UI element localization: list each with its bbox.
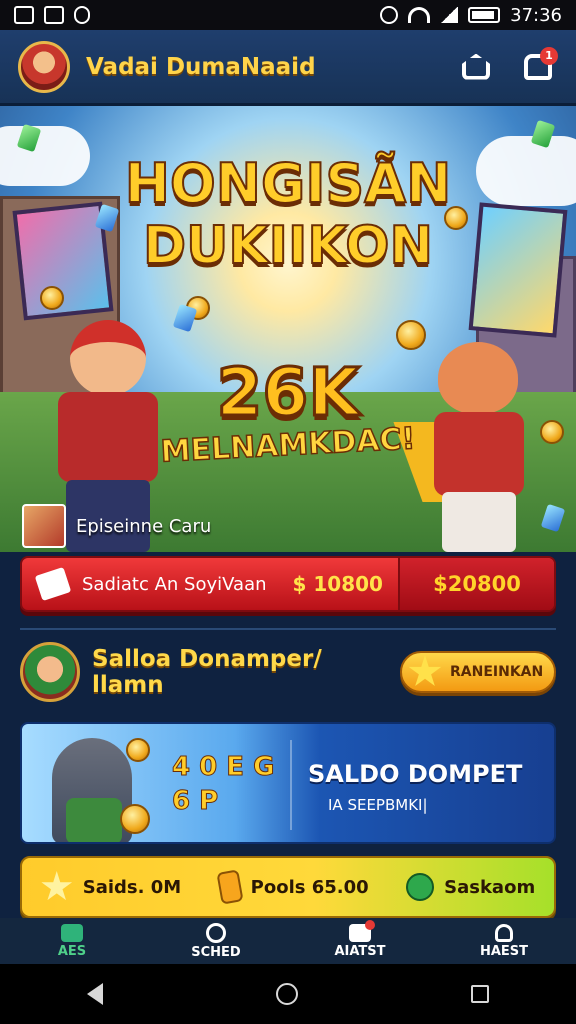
wallet-art-text: 4 0 E G 6 P — [171, 750, 275, 818]
coin-icon — [216, 869, 244, 905]
reward-bar[interactable]: Sadiatc An SoyiVaan $ 10800 $20800 — [20, 556, 556, 612]
system-navigation — [0, 964, 576, 1024]
back-icon[interactable] — [86, 983, 103, 1005]
wallet-separator — [290, 740, 292, 830]
nav-item-aiatst[interactable]: AIATST — [310, 919, 410, 959]
nav-label: HAEST — [479, 943, 529, 959]
notification-badge: 1 — [540, 46, 558, 65]
coin-icon — [126, 738, 150, 762]
player-thumbnail — [22, 504, 66, 548]
app-header: Vadai DumaNaaid 1 — [0, 30, 576, 106]
ticket-icon — [34, 567, 72, 601]
home-icon — [61, 923, 83, 942]
hero-title-line1: HONGISÃN — [124, 151, 453, 216]
player-name: Episeinne Caru — [76, 515, 212, 537]
stat-gems[interactable]: Saskaom — [406, 873, 535, 901]
coin-icon — [40, 286, 64, 310]
nav-item-sched[interactable]: SCHED — [166, 922, 266, 960]
bottom-navigation: AES SCHED AIATST HAEST — [0, 918, 576, 964]
stat-saldo[interactable]: Saids. 0M — [41, 871, 181, 903]
wifi-icon — [408, 7, 431, 23]
nav-item-haest[interactable]: HAEST — [454, 923, 554, 959]
user-avatar[interactable] — [18, 40, 70, 93]
reward-amount: $ 10800 — [292, 572, 383, 596]
lock-notification-icon — [74, 6, 90, 24]
reward-info: Sadiatc An SoyiVaan $ 10800 — [22, 567, 398, 601]
image-notification-icon — [44, 6, 64, 24]
reward-claim-button[interactable]: $20800 — [398, 558, 554, 610]
hero-banner[interactable]: HONGISÃN DUKIIKON 26K MELNAMKDAC! Episei… — [0, 106, 576, 552]
player-tag[interactable]: Episeinne Caru — [22, 504, 211, 548]
gallery-notification-icon — [14, 6, 34, 24]
wallet-art-text-2: 6 P — [171, 786, 219, 817]
status-right-icons: 37:36 — [380, 5, 562, 26]
stat-label: Saids. 0M — [82, 876, 182, 898]
alarm-icon — [380, 6, 399, 24]
nav-label: SCHED — [191, 944, 241, 960]
wallet-title: SALDO DOMPET — [308, 760, 523, 788]
stat-points[interactable]: Pools 65.00 — [216, 869, 369, 905]
star-icon — [41, 871, 73, 901]
home-button[interactable] — [456, 47, 496, 87]
ranking-label: RANEINKAN — [450, 664, 544, 680]
profile-avatar[interactable] — [20, 642, 80, 702]
home-circle-icon[interactable] — [275, 983, 298, 1005]
wallet-card[interactable]: 4 0 E G 6 P SALDO DOMPET IA SEEPBMKI| — [20, 722, 556, 844]
recent-apps-icon[interactable] — [471, 985, 490, 1003]
wallet-subtitle: IA SEEPBMKI| — [328, 796, 428, 814]
nav-label: AES — [57, 943, 87, 959]
home-icon — [462, 53, 490, 80]
reward-text: Sadiatc An SoyiVaan — [82, 573, 267, 595]
section-divider — [20, 628, 556, 630]
gear-icon — [206, 922, 226, 943]
wolf-character — [52, 738, 132, 842]
stat-label: Saskaom — [444, 876, 536, 898]
stats-bar: Saids. 0M Pools 65.00 Saskaom — [20, 856, 556, 918]
profile-row: Salloa Donamper/ llamn RANEINKAN — [20, 640, 556, 704]
status-time: 37:36 — [510, 4, 562, 26]
status-left-icons — [14, 6, 90, 24]
status-bar: 37:36 — [0, 0, 576, 30]
app-title: Vadai DumaNaaid — [86, 53, 316, 80]
star-icon — [408, 655, 442, 686]
ranking-button[interactable]: RANEINKAN — [400, 651, 556, 693]
document-icon — [349, 919, 375, 942]
battery-icon — [468, 7, 501, 23]
nav-item-home[interactable]: AES — [22, 923, 122, 959]
person-icon — [495, 923, 513, 942]
profile-name: Salloa Donamper/ llamn — [92, 646, 322, 698]
wallet-art: 4 0 E G 6 P — [22, 724, 290, 842]
notifications-button[interactable]: 1 — [518, 46, 558, 87]
signal-icon — [440, 7, 459, 23]
hero-title-line2: DUKIIKON — [142, 215, 434, 277]
gem-icon — [406, 873, 435, 901]
wallet-art-text-1: 4 0 E G — [171, 752, 275, 783]
stat-label: Pools 65.00 — [250, 876, 369, 898]
coin-icon — [120, 804, 150, 834]
nav-label: AIATST — [334, 943, 386, 959]
